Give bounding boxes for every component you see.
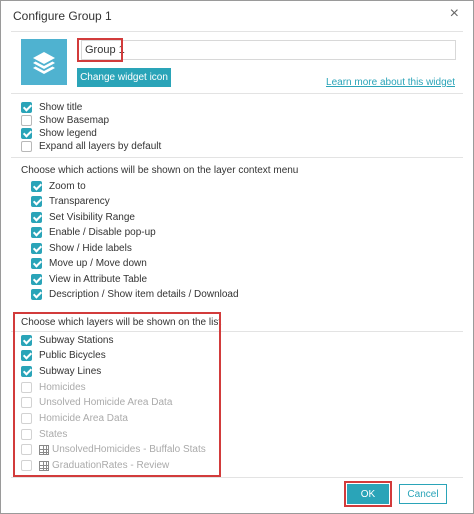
layers-icon (33, 52, 55, 74)
footer-divider (11, 477, 463, 478)
layer-label: UnsolvedHomicides - Buffalo Stats (52, 444, 206, 456)
action-row[interactable]: Move up / Move down (31, 257, 147, 271)
layer-checkbox[interactable] (21, 334, 32, 346)
close-icon[interactable]: × (450, 6, 459, 22)
action-checkbox[interactable] (31, 180, 42, 192)
action-checkbox[interactable] (31, 289, 42, 300)
layer-row[interactable]: Unsolved Homicide Area Data (21, 396, 172, 410)
widget-icon-tile (21, 39, 67, 85)
title-divider (11, 31, 463, 32)
layer-row[interactable]: GraduationRates - Review (21, 459, 169, 473)
layer-label: Homicides (39, 381, 86, 393)
widget-name-input[interactable] (81, 40, 456, 60)
layer-label: Subway Lines (39, 365, 102, 377)
dialog-titlebar: Configure Group 1 × (1, 1, 473, 31)
action-label: Set Visibility Range (49, 211, 135, 223)
configure-dialog: Configure Group 1 × Change widget icon L… (0, 0, 474, 514)
action-checkbox[interactable] (31, 242, 42, 254)
layer-checkbox[interactable] (21, 428, 32, 440)
action-label: Show / Hide labels (49, 242, 132, 254)
action-row[interactable]: Transparency (31, 195, 110, 209)
layer-checkbox[interactable] (21, 365, 32, 377)
action-label: Description / Show item details / Downlo… (49, 289, 239, 300)
option-checkbox[interactable] (21, 114, 32, 126)
layer-row[interactable]: Homicides (21, 380, 86, 394)
action-label: Enable / Disable pop-up (49, 227, 156, 238)
options-divider (11, 157, 463, 158)
layer-row[interactable]: Homicide Area Data (21, 412, 128, 426)
action-row[interactable]: Zoom to (31, 179, 86, 193)
action-checkbox[interactable] (31, 211, 42, 223)
layer-label: Subway Stations (39, 334, 114, 346)
actions-heading: Choose which actions will be shown on th… (21, 165, 299, 176)
change-widget-icon-button[interactable]: Change widget icon (77, 68, 171, 87)
layer-label: Unsolved Homicide Area Data (39, 397, 173, 409)
action-label: Zoom to (49, 180, 86, 192)
option-label: Show title (39, 101, 83, 113)
option-row[interactable]: Show Basemap (21, 113, 109, 127)
actions-divider (11, 331, 463, 332)
option-checkbox[interactable] (21, 101, 32, 113)
action-label: Transparency (49, 196, 110, 207)
layer-checkbox[interactable] (21, 381, 32, 393)
option-label: Show Basemap (39, 114, 110, 126)
layer-row[interactable]: States (21, 427, 67, 441)
option-row[interactable]: Show legend (21, 126, 97, 140)
layer-checkbox[interactable] (21, 413, 32, 424)
action-label: Move up / Move down (49, 258, 147, 269)
layer-checkbox[interactable] (21, 444, 32, 456)
action-checkbox[interactable] (31, 227, 42, 238)
action-checkbox[interactable] (31, 196, 42, 207)
dialog-title: Configure Group 1 (13, 9, 112, 23)
ok-button[interactable]: OK (347, 484, 389, 504)
cancel-button[interactable]: Cancel (399, 484, 447, 504)
layer-row[interactable]: UnsolvedHomicides - Buffalo Stats (21, 443, 206, 457)
layer-checkbox[interactable] (21, 397, 32, 409)
table-icon (39, 460, 49, 471)
action-label: View in Attribute Table (49, 273, 148, 285)
action-row[interactable]: Description / Show item details / Downlo… (31, 288, 239, 302)
option-row[interactable]: Show title (21, 100, 82, 114)
action-checkbox[interactable] (31, 258, 42, 269)
option-label: Expand all layers by default (39, 140, 162, 152)
option-row[interactable]: Expand all layers by default (21, 139, 161, 153)
layer-row[interactable]: Subway Stations (21, 333, 114, 347)
layer-checkbox[interactable] (21, 350, 32, 362)
option-checkbox[interactable] (21, 140, 32, 152)
action-checkbox[interactable] (31, 273, 42, 285)
layer-row[interactable]: Public Bicycles (21, 349, 106, 363)
option-checkbox[interactable] (21, 127, 32, 139)
action-row[interactable]: Set Visibility Range (31, 210, 135, 224)
layer-label: States (39, 428, 68, 440)
header-divider (11, 93, 463, 94)
action-row[interactable]: Enable / Disable pop-up (31, 226, 156, 240)
layers-heading: Choose which layers will be shown on the… (21, 317, 222, 328)
layer-label: Public Bicycles (39, 350, 106, 362)
layer-row[interactable]: Subway Lines (21, 364, 101, 378)
learn-more-link[interactable]: Learn more about this widget (326, 77, 455, 88)
layer-checkbox[interactable] (21, 460, 32, 472)
option-label: Show legend (39, 127, 97, 139)
action-row[interactable]: Show / Hide labels (31, 241, 132, 255)
table-icon (39, 444, 49, 455)
layer-label: GraduationRates - Review (52, 460, 170, 472)
layer-label: Homicide Area Data (39, 413, 128, 424)
action-row[interactable]: View in Attribute Table (31, 272, 147, 286)
